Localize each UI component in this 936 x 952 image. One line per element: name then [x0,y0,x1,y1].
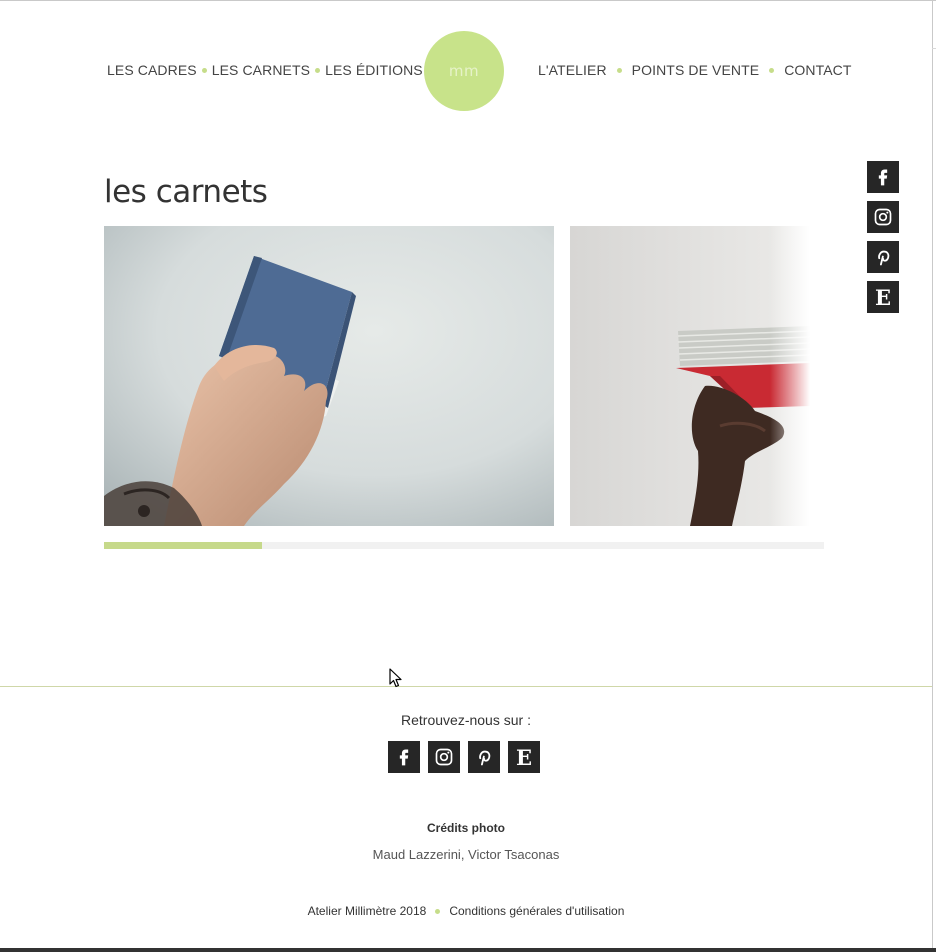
nav-separator-dot [616,67,622,73]
side-pinterest-button[interactable] [867,241,899,273]
terms-link[interactable]: Conditions générales d'utilisation [449,904,624,918]
side-instagram-button[interactable] [867,201,899,233]
slide-edge-fade [770,226,810,526]
window-top-border [0,0,936,1]
gallery-slide-red-notebook[interactable] [570,226,810,526]
logo-text: mm [448,62,480,80]
copyright-text: Atelier Millimètre 2018 [307,904,427,918]
footer-social-bar: E [388,741,540,773]
side-facebook-button[interactable] [867,161,899,193]
etsy-icon: E [874,284,891,310]
footer-separator-dot [435,908,441,914]
follow-us-label: Retrouvez-nous sur : [401,712,531,728]
window-edge-tick [932,48,936,49]
side-social-bar: E [867,161,899,313]
nav-separator-dot [201,67,207,73]
gallery-slide-blue-notebook[interactable] [104,226,554,526]
nav-right: L'ATELIER POINTS DE VENTE CONTACT [538,62,852,78]
facebook-icon [399,749,409,766]
instagram-icon [874,208,892,226]
page-title: les carnets [104,174,268,210]
footer-legal: Atelier Millimètre 2018 Conditions génér… [0,904,932,918]
nav-separator-dot [315,67,321,73]
pinterest-icon [479,750,491,766]
etsy-icon: E [515,744,532,770]
facebook-icon [878,169,888,186]
footer-divider [0,686,932,687]
instagram-icon [435,748,453,766]
nav-item-contact[interactable]: CONTACT [784,62,851,78]
nav-left: LES CADRES LES CARNETS LES ÉDITIONS [107,62,423,78]
mouse-cursor-icon [389,668,402,688]
pinterest-icon [878,250,890,266]
footer-facebook-button[interactable] [388,741,420,773]
photo-hand-blue-notebook [104,226,554,526]
credits-names: Maud Lazzerini, Victor Tsaconas [372,847,560,862]
gallery-scrollbar[interactable] [104,542,824,549]
nav-item-cadres[interactable]: LES CADRES [107,62,197,78]
window-right-border [932,0,933,948]
nav-item-atelier[interactable]: L'ATELIER [538,62,607,78]
nav-item-points-de-vente[interactable]: POINTS DE VENTE [632,62,760,78]
gallery-scrollbar-thumb[interactable] [104,542,263,549]
nav-item-carnets[interactable]: LES CARNETS [212,62,310,78]
side-etsy-button[interactable]: E [867,281,899,313]
footer-pinterest-button[interactable] [468,741,500,773]
footer-etsy-button[interactable]: E [508,741,540,773]
window-bottom-border [0,948,936,952]
nav-item-editions[interactable]: LES ÉDITIONS [325,62,423,78]
footer-instagram-button[interactable] [428,741,460,773]
site-logo[interactable]: mm [424,31,504,111]
nav-separator-dot [769,67,775,73]
credits-title: Crédits photo [427,821,505,835]
